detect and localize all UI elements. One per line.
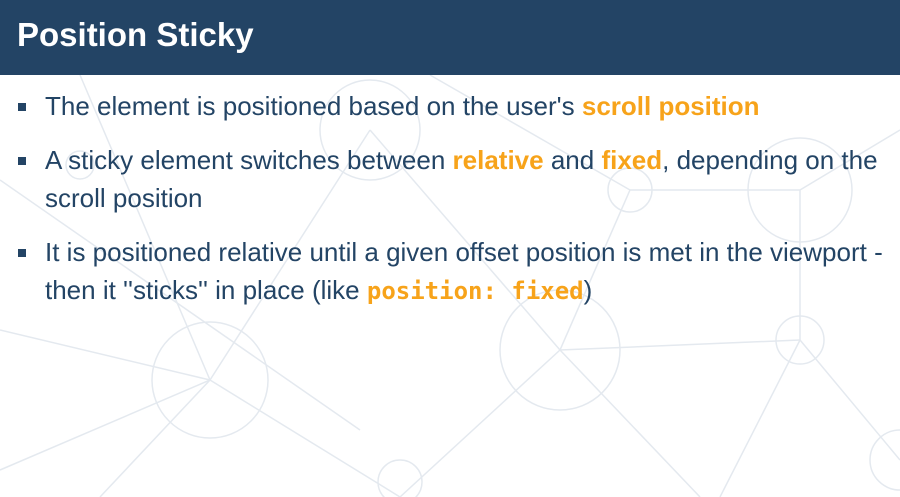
square-bullet-icon bbox=[18, 157, 26, 165]
square-bullet-icon bbox=[18, 249, 26, 257]
highlight-text: scroll position bbox=[581, 91, 760, 121]
square-bullet-icon bbox=[18, 103, 26, 111]
bullet-item-sticks-in-place: It is positioned relative until a given … bbox=[18, 233, 898, 310]
bullet-text: The element is positioned based on the u… bbox=[45, 91, 582, 121]
code-snippet: position: fixed bbox=[366, 277, 584, 305]
bullet-text: A sticky element switches between bbox=[45, 145, 453, 175]
slide-title: Position Sticky bbox=[17, 16, 254, 53]
slide-header: Position Sticky bbox=[0, 0, 900, 75]
slide: Position Sticky The element is positione… bbox=[0, 0, 900, 497]
bullet-text: and bbox=[543, 145, 602, 175]
highlight-text: fixed bbox=[601, 145, 663, 175]
bullet-item-relative-fixed: A sticky element switches between relati… bbox=[18, 141, 898, 217]
bullet-list: The element is positioned based on the u… bbox=[18, 87, 898, 326]
bullet-item-scroll-position: The element is positioned based on the u… bbox=[18, 87, 898, 125]
highlight-text: relative bbox=[452, 145, 544, 175]
bullet-text: ) bbox=[583, 275, 593, 305]
